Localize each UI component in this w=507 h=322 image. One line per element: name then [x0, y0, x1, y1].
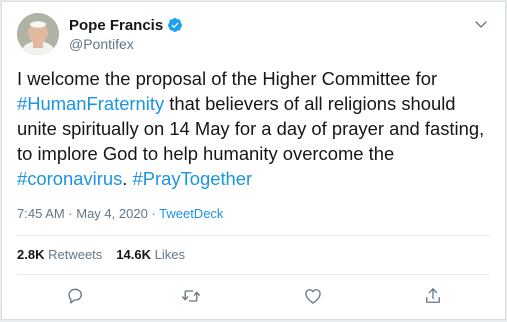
- user-names: Pope Francis @Pontifex: [69, 15, 183, 52]
- tweet-header: Pope Francis @Pontifex: [17, 13, 490, 59]
- hashtag-link[interactable]: #coronavirus: [17, 168, 122, 189]
- retweets-label: Retweets: [48, 247, 103, 262]
- timestamp[interactable]: 7:45 AM · May 4, 2020: [17, 206, 148, 221]
- reply-button[interactable]: [62, 283, 88, 309]
- tweet-text-segment: .: [122, 168, 133, 189]
- tweet-card: Pope Francis @Pontifex I welcome the pro…: [1, 1, 506, 320]
- share-button[interactable]: [420, 283, 446, 309]
- tweet-text: I welcome the proposal of the Higher Com…: [17, 66, 492, 191]
- retweet-button[interactable]: [178, 283, 204, 309]
- verified-badge-icon: [167, 17, 183, 33]
- tweet-text-segment: I welcome the proposal of the Higher Com…: [17, 68, 438, 89]
- retweets-stat[interactable]: 2.8K Retweets: [17, 247, 102, 262]
- source-link[interactable]: TweetDeck: [159, 206, 223, 221]
- meta-separator: ·: [147, 206, 160, 221]
- action-bar: [2, 283, 505, 309]
- divider: [17, 274, 490, 275]
- hashtag-link[interactable]: #HumanFraternity: [17, 93, 164, 114]
- retweet-icon: [182, 290, 200, 302]
- likes-count: 14.6K: [116, 247, 151, 262]
- avatar[interactable]: [17, 13, 59, 55]
- reply-icon: [68, 288, 82, 304]
- likes-stat[interactable]: 14.6K Likes: [116, 247, 185, 262]
- retweets-count: 2.8K: [17, 247, 45, 262]
- share-icon: [426, 288, 440, 303]
- tweet-meta: 7:45 AM · May 4, 2020 · TweetDeck: [17, 206, 223, 221]
- chevron-down-icon[interactable]: [472, 15, 490, 33]
- display-name[interactable]: Pope Francis: [69, 17, 163, 34]
- divider: [17, 235, 490, 236]
- like-button[interactable]: [300, 283, 326, 309]
- hashtag-link[interactable]: #PrayTogether: [133, 168, 253, 189]
- user-handle[interactable]: @Pontifex: [69, 36, 183, 52]
- heart-icon: [305, 289, 321, 304]
- likes-label: Likes: [154, 247, 185, 262]
- tweet-stats: 2.8K Retweets 14.6K Likes: [17, 247, 185, 262]
